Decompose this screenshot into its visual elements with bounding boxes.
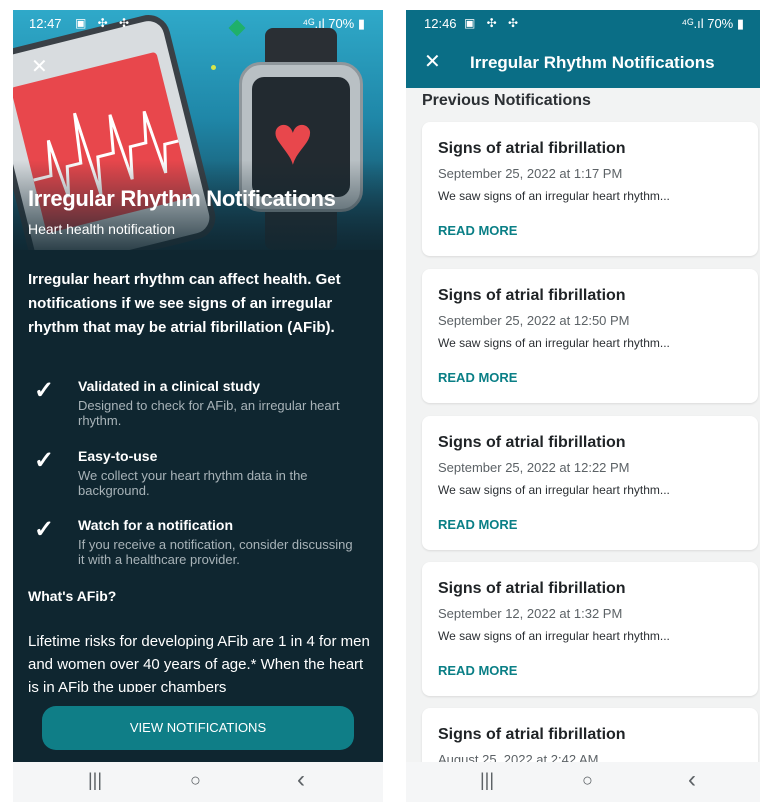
notification-body: We saw signs of an irregular heart rhyth…	[438, 629, 670, 643]
feature-title: Validated in a clinical study	[78, 378, 261, 394]
notification-date: September 25, 2022 at 12:22 PM	[438, 460, 630, 475]
notification-card[interactable]: Signs of atrial fibrillation September 1…	[422, 562, 758, 696]
feature-description: Designed to check for AFib, an irregular…	[78, 398, 340, 428]
checkmark-icon: ✓	[34, 516, 55, 543]
afib-description: Lifetime risks for developing AFib are 1…	[28, 633, 370, 692]
notification-body: We saw signs of an irregular heart rhyth…	[438, 336, 670, 350]
view-notifications-button[interactable]: VIEW NOTIFICATIONS	[42, 706, 354, 750]
afib-heading: What's AFib?	[28, 588, 117, 604]
notifications-list-screen: 12:46 ▣ ✣ ✣ ⁴ᴳ.ıl 70% ▮ ✕ Irregular Rhyt…	[406, 10, 760, 802]
recents-button[interactable]: |||	[88, 770, 102, 791]
feature-description: We collect your heart rhythm data in the…	[78, 468, 308, 498]
read-more-link[interactable]: READ MORE	[438, 517, 517, 532]
notification-title: Signs of atrial fibrillation	[438, 726, 626, 743]
read-more-link[interactable]: READ MORE	[438, 663, 517, 678]
status-battery: ⁴ᴳ.ıl 70% ▮	[302, 16, 365, 31]
read-more-link[interactable]: READ MORE	[438, 223, 517, 238]
notification-title: Signs of atrial fibrillation	[438, 287, 626, 304]
back-button[interactable]: ‹	[688, 766, 696, 794]
decor-dot	[211, 65, 216, 70]
system-nav-bar: ||| ○ ‹	[406, 762, 760, 802]
checkmark-icon: ✓	[34, 447, 55, 474]
close-icon[interactable]: ✕	[424, 49, 441, 74]
notification-card[interactable]: Signs of atrial fibrillation September 2…	[422, 416, 758, 550]
notification-card[interactable]: Signs of atrial fibrillation September 2…	[422, 269, 758, 403]
hero-banner: ♥ 12:47 ▣ ✣ ✣ ⁴ᴳ.ıl 70% ▮ ✕ Irregular Rh…	[13, 10, 383, 250]
intro-text: Irregular heart rhythm can affect health…	[28, 271, 341, 336]
status-icons: ▣ ✣ ✣	[464, 16, 523, 30]
home-button[interactable]: ○	[582, 770, 593, 791]
afib-info-screen: ♥ 12:47 ▣ ✣ ✣ ⁴ᴳ.ıl 70% ▮ ✕ Irregular Rh…	[13, 10, 383, 802]
page-title: Irregular Rhythm Notifications	[28, 186, 336, 211]
status-icons: ▣ ✣ ✣	[75, 16, 134, 30]
status-time: 12:46	[424, 16, 457, 31]
status-battery: ⁴ᴳ.ıl 70% ▮	[681, 16, 744, 31]
notification-title: Signs of atrial fibrillation	[438, 140, 626, 157]
checkmark-icon: ✓	[34, 377, 55, 404]
page-subtitle: Heart health notification	[28, 221, 176, 237]
status-time: 12:47	[29, 16, 62, 31]
feature-title: Watch for a notification	[78, 517, 234, 533]
notification-title: Signs of atrial fibrillation	[438, 580, 626, 597]
notification-body: We saw signs of an irregular heart rhyth…	[438, 189, 670, 203]
close-icon[interactable]: ✕	[31, 54, 48, 79]
section-title: Previous Notifications	[422, 92, 591, 109]
read-more-link[interactable]: READ MORE	[438, 370, 517, 385]
notification-date: September 25, 2022 at 1:17 PM	[438, 166, 623, 181]
notification-title: Signs of atrial fibrillation	[438, 434, 626, 451]
notification-date: September 25, 2022 at 12:50 PM	[438, 313, 630, 328]
notification-date: September 12, 2022 at 1:32 PM	[438, 606, 623, 621]
recents-button[interactable]: |||	[480, 770, 494, 791]
notification-body: We saw signs of an irregular heart rhyth…	[438, 483, 670, 497]
home-button[interactable]: ○	[190, 770, 201, 791]
back-button[interactable]: ‹	[297, 766, 305, 794]
status-bar: 12:46 ▣ ✣ ✣ ⁴ᴳ.ıl 70% ▮	[406, 10, 760, 38]
app-header: ✕ Irregular Rhythm Notifications	[406, 38, 760, 88]
header-title: Irregular Rhythm Notifications	[470, 53, 715, 72]
notification-card[interactable]: Signs of atrial fibrillation September 2…	[422, 122, 758, 256]
system-nav-bar: ||| ○ ‹	[13, 762, 383, 802]
feature-title: Easy-to-use	[78, 448, 158, 464]
status-bar: 12:47 ▣ ✣ ✣ ⁴ᴳ.ıl 70% ▮	[13, 10, 383, 38]
feature-description: If you receive a notification, consider …	[78, 537, 353, 567]
